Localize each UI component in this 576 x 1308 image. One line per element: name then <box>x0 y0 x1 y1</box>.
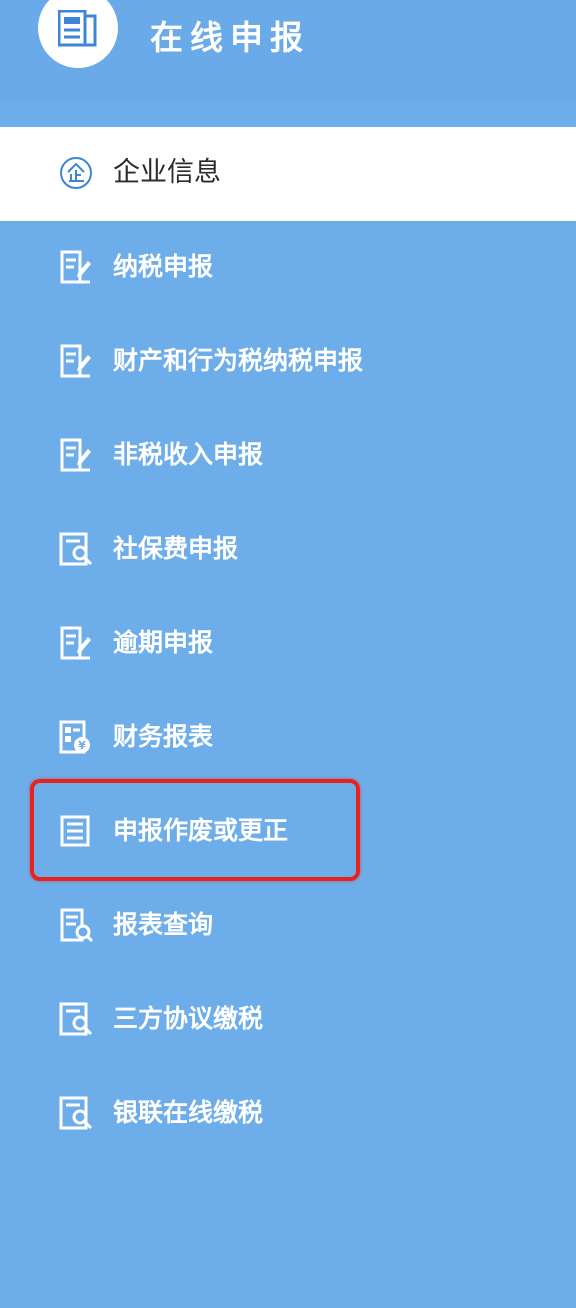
menu-item-label: 企业信息 <box>113 157 221 188</box>
menu-item-label: 报表查询 <box>113 910 214 939</box>
page-title: 在线申报 <box>150 18 310 57</box>
svg-text:¥: ¥ <box>78 739 86 752</box>
menu-item-tax-declaration[interactable]: 纳税申报 <box>0 221 576 315</box>
report-query-icon <box>60 908 94 943</box>
menu-item-non-tax-revenue[interactable]: 非税收入申报 <box>0 409 576 503</box>
enterprise-icon <box>60 157 92 189</box>
sidebar-menu: 企业信息 纳税申报 财产和行为税纳税申报 非税收入申报 社保费申报 逾期申报 ¥… <box>0 127 576 1161</box>
menu-item-tripartite-payment[interactable]: 三方协议缴税 <box>0 973 576 1067</box>
menu-item-label: 逾期申报 <box>113 628 214 657</box>
form-edit-icon <box>60 344 91 378</box>
form-search-icon <box>59 532 93 566</box>
app-logo <box>38 0 118 68</box>
menu-item-social-insurance[interactable]: 社保费申报 <box>0 503 576 597</box>
menu-item-label: 纳税申报 <box>113 252 214 281</box>
menu-item-overdue-declaration[interactable]: 逾期申报 <box>0 597 576 691</box>
app-header: 在线申报 <box>0 0 576 100</box>
form-search-icon <box>59 1002 93 1036</box>
menu-item-label: 三方协议缴税 <box>113 1004 264 1033</box>
menu-item-enterprise-info[interactable]: 企业信息 <box>0 127 576 221</box>
form-edit-icon <box>60 250 91 284</box>
form-search-icon <box>59 1096 93 1130</box>
menu-item-financial-statements[interactable]: ¥ 财务报表 <box>0 691 576 785</box>
newspaper-icon <box>58 10 97 47</box>
highlight-box <box>30 779 360 881</box>
report-icon: ¥ <box>59 720 90 754</box>
form-edit-icon <box>60 438 91 472</box>
menu-item-property-behavior-tax[interactable]: 财产和行为税纳税申报 <box>0 315 576 409</box>
menu-item-label: 财务报表 <box>113 722 214 751</box>
menu-item-label: 社保费申报 <box>113 534 239 563</box>
menu-item-label: 非税收入申报 <box>113 440 264 469</box>
form-edit-icon <box>60 626 91 660</box>
menu-item-report-query[interactable]: 报表查询 <box>0 879 576 973</box>
menu-item-unionpay-payment[interactable]: 银联在线缴税 <box>0 1067 576 1161</box>
menu-item-label: 银联在线缴税 <box>113 1098 264 1127</box>
menu-item-label: 财产和行为税纳税申报 <box>113 346 364 375</box>
